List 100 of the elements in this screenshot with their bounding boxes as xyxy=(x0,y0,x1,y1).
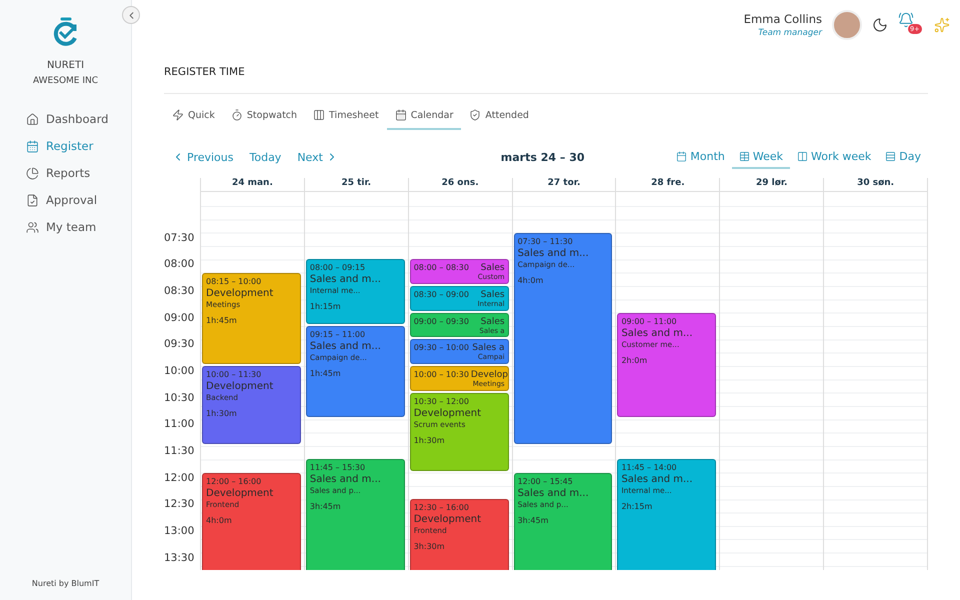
footer-text: Nureti by BlumIT xyxy=(32,579,100,588)
day-header: 28 fre. xyxy=(616,178,720,192)
tab[interactable]: Stopwatch xyxy=(222,102,306,130)
bell-icon xyxy=(898,12,914,28)
nav-item[interactable]: Dashboard xyxy=(26,108,131,130)
event-title: Sales and m... xyxy=(310,274,382,286)
day-header: 29 lør. xyxy=(720,178,824,192)
event-time: 08:00 – 09:15 xyxy=(310,263,366,272)
tab[interactable]: Calendar xyxy=(386,102,462,130)
event-title: Sales and m... xyxy=(518,248,590,259)
tab-icon xyxy=(230,109,243,121)
day-header: 26 ons. xyxy=(408,178,512,192)
sparkles-icon[interactable] xyxy=(934,17,950,33)
event-time: 08:15 – 10:00 xyxy=(206,276,262,286)
nav-icon xyxy=(26,220,39,234)
event-duration: 3h:30m xyxy=(414,542,446,552)
day-header: 30 søn. xyxy=(824,178,928,192)
time-label: 10:30 xyxy=(164,392,194,404)
event-duration: 1h:45m xyxy=(206,316,238,325)
time-label: 09:30 xyxy=(164,338,194,350)
nav-icon xyxy=(26,194,39,206)
event-duration: 1h:45m xyxy=(310,369,342,378)
event-title: Sales and m... xyxy=(518,488,590,499)
event-time: 10:00 – 10:30 xyxy=(414,370,469,380)
time-label: 13:30 xyxy=(164,552,194,564)
event-title: Sales and m... xyxy=(310,474,382,486)
time-label: 11:00 xyxy=(164,418,194,430)
event-time: 07:30 – 11:30 xyxy=(518,236,574,246)
event-title: Develop xyxy=(470,370,508,380)
tab[interactable]: Quick xyxy=(164,102,223,130)
view-icon xyxy=(885,150,896,162)
event-title: Sales xyxy=(480,263,505,274)
date-range: marts 24 – 30 xyxy=(500,150,586,164)
time-label: 09:00 xyxy=(164,312,194,324)
event-time: 09:15 – 11:00 xyxy=(310,330,366,339)
view-icon xyxy=(797,150,808,162)
time-label: 10:00 xyxy=(164,365,194,378)
time-label: 11:30 xyxy=(164,445,194,458)
view-icon xyxy=(676,150,688,162)
nav-item[interactable]: Approval xyxy=(26,189,131,211)
view-icon xyxy=(738,150,750,162)
event-time: 09:00 – 11:00 xyxy=(621,316,678,326)
user-name: Emma Collins xyxy=(744,12,822,26)
moon-icon[interactable] xyxy=(872,17,888,33)
event-duration: 2h:0m xyxy=(621,356,648,365)
view-button[interactable]: Month xyxy=(669,146,732,168)
collapse-button[interactable] xyxy=(122,6,140,24)
nav-item[interactable]: Reports xyxy=(26,162,131,184)
view-button[interactable]: Day xyxy=(878,146,928,168)
day-header: 27 tor. xyxy=(512,178,616,192)
day-header: 25 tir. xyxy=(304,178,408,192)
tab[interactable]: Attended xyxy=(461,102,537,130)
tab[interactable]: Timesheet xyxy=(305,102,387,130)
event-title: Sales xyxy=(480,316,505,327)
day-header: 24 man. xyxy=(201,178,304,192)
next-button[interactable]: Next xyxy=(289,150,346,164)
view-button[interactable]: Week xyxy=(732,146,790,168)
event-time: 08:00 – 08:30 xyxy=(414,263,469,274)
event-title: Sales and m... xyxy=(621,328,694,339)
event-duration: 2h:15m xyxy=(621,502,654,512)
nav-icon xyxy=(26,140,39,152)
event-time: 11:45 – 15:30 xyxy=(310,463,366,472)
avatar[interactable] xyxy=(832,10,862,40)
page-title: REGISTER TIME xyxy=(164,50,928,94)
event-title: Sales xyxy=(480,290,505,300)
nav-icon xyxy=(26,166,39,180)
company-name: AWESOME INC xyxy=(32,76,98,86)
event-title: Sales and m... xyxy=(621,474,694,486)
tab-icon xyxy=(172,109,184,121)
event-title: Development xyxy=(206,488,274,499)
event-time: 10:00 – 11:30 xyxy=(206,370,262,380)
tab-icon xyxy=(313,109,326,121)
time-label: 12:00 xyxy=(164,472,194,484)
nav-item[interactable]: Register xyxy=(26,135,131,157)
time-label: 13:00 xyxy=(164,525,194,538)
time-label: 12:30 xyxy=(164,498,194,510)
view-button[interactable]: Work week xyxy=(790,146,878,168)
tab-icon xyxy=(394,109,407,121)
time-label: 08:30 xyxy=(164,285,194,297)
event-time: 09:00 – 09:30 xyxy=(414,316,469,327)
event-duration: 1h:15m xyxy=(310,302,342,312)
event-time: 09:30 – 10:00 xyxy=(414,343,469,354)
tab-icon xyxy=(469,109,482,121)
event-time: 12:00 – 16:00 xyxy=(206,476,262,486)
event-duration: 3h:45m xyxy=(518,516,550,525)
time-label: 07:30 xyxy=(164,232,194,244)
event-duration: 1h:30m xyxy=(414,436,446,445)
event-title: Development xyxy=(206,381,274,392)
event-duration: 4h:0m xyxy=(206,516,233,525)
event-time: 11:45 – 14:00 xyxy=(621,463,678,472)
nav-icon xyxy=(26,112,39,126)
brand-name: NURETI xyxy=(46,60,84,71)
event-title: Sales and m... xyxy=(310,341,382,352)
time-label: 08:00 xyxy=(164,258,194,270)
nav-item[interactable]: My team xyxy=(26,216,131,238)
previous-button[interactable]: Previous xyxy=(164,150,242,164)
event-time: 08:30 – 09:00 xyxy=(414,290,469,300)
today-button[interactable]: Today xyxy=(242,150,290,164)
event-time: 12:30 – 16:00 xyxy=(414,503,470,512)
event-duration: 4h:0m xyxy=(518,276,544,285)
